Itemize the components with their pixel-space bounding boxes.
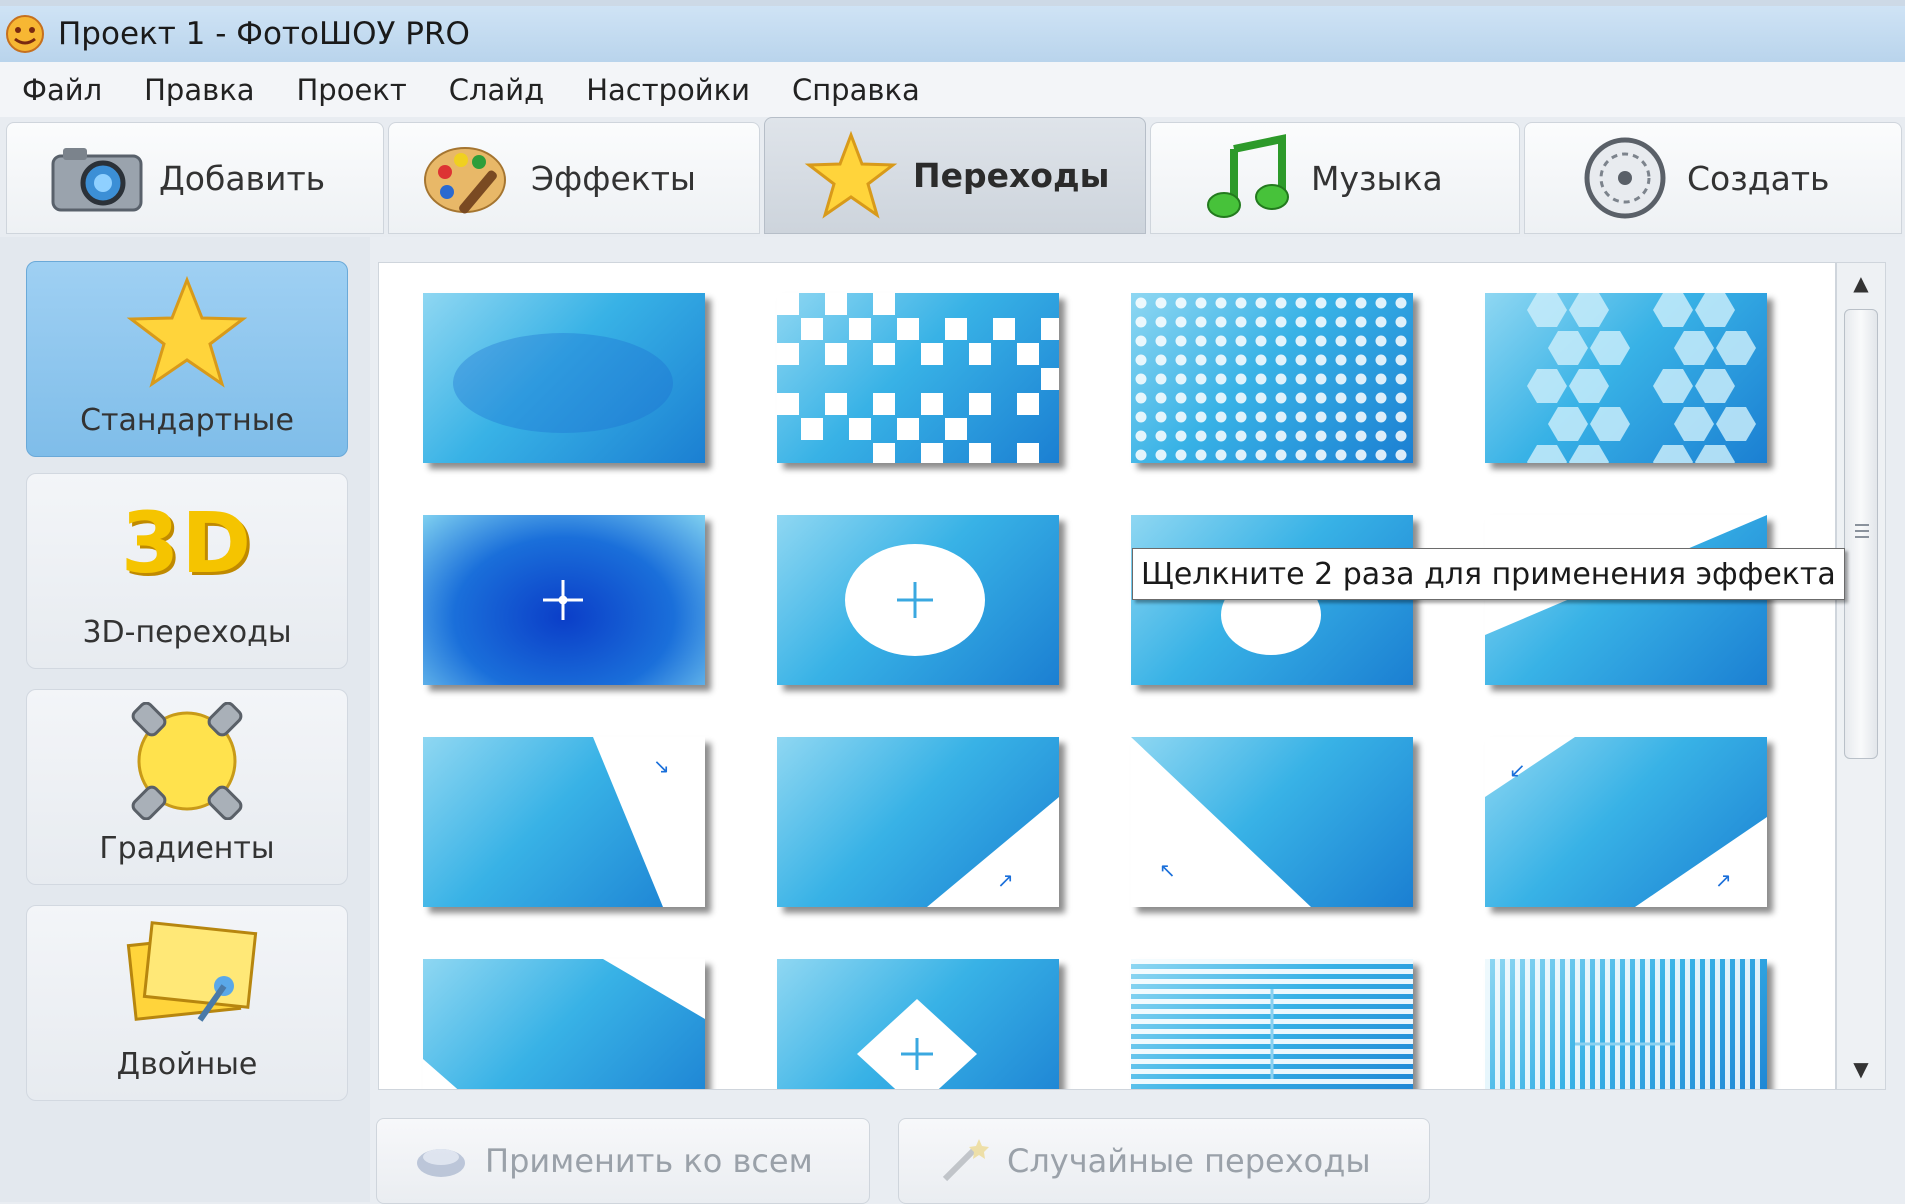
tab-transitions[interactable]: Переходы [764,117,1146,234]
star-icon [117,275,257,392]
apply-all-label: Применить ко всем [485,1142,813,1180]
tab-create-label: Создать [1687,158,1830,198]
gradient-circle-icon [112,701,262,824]
3d-icon: 3D [120,494,254,592]
apply-icon [411,1131,471,1191]
camera-icon [47,133,147,223]
transition-thumb[interactable] [1485,293,1767,463]
svg-text:↗: ↗ [997,868,1014,892]
menu-file[interactable]: Файл [22,73,102,107]
transition-thumb[interactable] [777,293,1059,463]
tab-music-label: Музыка [1311,158,1443,198]
transition-thumb[interactable] [423,515,705,685]
title-bar: Проект 1 - ФотоШОУ PRO [0,0,1905,62]
category-double-label: Двойные [116,1047,258,1082]
transition-thumb[interactable] [1485,959,1767,1089]
menu-slide[interactable]: Слайд [449,73,544,107]
menu-bar: Файл Правка Проект Слайд Настройки Справ… [0,62,1905,118]
tab-add[interactable]: Добавить [6,122,384,234]
transition-thumb[interactable]: ↗ [777,737,1059,907]
grid-scrollbar[interactable]: ▲ ▼ [1836,262,1886,1090]
scroll-up-icon[interactable]: ▲ [1837,263,1885,303]
transition-thumb[interactable]: ↘ [423,737,705,907]
svg-text:↗: ↗ [1715,868,1732,892]
double-notes-icon [112,920,262,1036]
svg-text:↙: ↙ [1509,758,1526,782]
category-3d-label: 3D-переходы [82,615,292,650]
tab-effects[interactable]: Эффекты [388,122,760,234]
category-standard-label: Стандартные [80,403,294,438]
menu-project[interactable]: Проект [297,73,407,107]
disc-icon [1575,133,1675,223]
scroll-down-icon[interactable]: ▼ [1837,1049,1885,1089]
transition-thumb[interactable] [1131,959,1413,1089]
transition-thumb[interactable]: ↙ ↗ [1485,737,1767,907]
menu-help[interactable]: Справка [792,73,920,107]
random-transitions-button[interactable]: Случайные переходы [898,1118,1430,1204]
menu-edit[interactable]: Правка [144,73,254,107]
svg-text:↖: ↖ [1159,858,1176,882]
category-3d[interactable]: 3D 3D-переходы [26,473,348,669]
palette-icon [419,133,519,223]
transition-thumb[interactable] [423,293,705,463]
transition-thumb[interactable] [423,959,705,1089]
tooltip: Щелкните 2 раза для применения эффекта [1132,548,1845,600]
random-transitions-label: Случайные переходы [1007,1142,1371,1180]
menu-settings[interactable]: Настройки [586,73,750,107]
star-icon [801,130,901,221]
music-note-icon [1199,133,1299,223]
transition-thumb[interactable] [777,959,1059,1089]
tab-effects-label: Эффекты [531,158,696,198]
category-standard[interactable]: Стандартные [26,261,348,457]
transition-thumb[interactable] [1131,515,1413,685]
category-double[interactable]: Двойные [26,905,348,1101]
main-toolbar: Добавить Эффекты Переходы Музыка Создать [0,117,1905,237]
category-panel: Стандартные 3D 3D-переходы Градиенты Дво… [0,237,370,1202]
magic-wand-icon [933,1131,993,1191]
tab-transitions-label: Переходы [913,156,1110,195]
tab-add-label: Добавить [159,158,326,198]
transition-thumb[interactable] [1485,515,1767,685]
transition-thumb[interactable]: ↖ [1131,737,1413,907]
apply-all-button[interactable]: Применить ко всем [376,1118,870,1204]
transition-thumb[interactable] [777,515,1059,685]
tab-music[interactable]: Музыка [1150,122,1520,234]
svg-text:↘: ↘ [653,754,670,778]
transition-thumb[interactable] [1131,293,1413,463]
category-gradients[interactable]: Градиенты [26,689,348,885]
category-gradients-label: Градиенты [99,831,275,866]
app-logo-icon [2,11,48,57]
window-title: Проект 1 - ФотоШОУ PRO [58,16,470,52]
scroll-thumb[interactable] [1844,309,1878,759]
tab-create[interactable]: Создать [1524,122,1902,234]
transitions-grid: ↘ ↗ ↖ ↙ ↗ [378,262,1836,1090]
